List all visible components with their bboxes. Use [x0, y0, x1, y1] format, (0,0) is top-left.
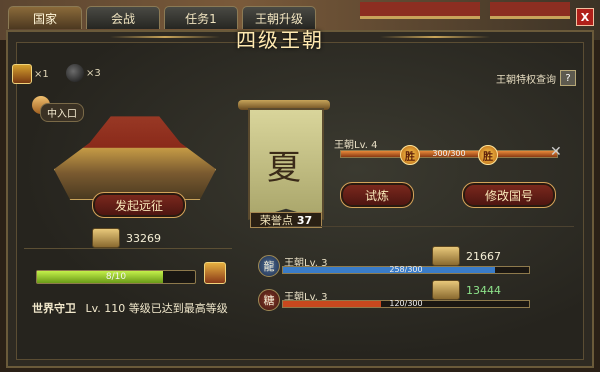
guard-name: 世界守卫 — [32, 302, 76, 315]
item-bomb[interactable]: ×3 — [66, 64, 101, 82]
rival-dynasty-text: 120/300 — [389, 299, 423, 308]
divider — [24, 248, 232, 249]
rival-dynasty-bar: 258/300 — [282, 265, 530, 274]
tab-country[interactable]: 国家 — [8, 6, 82, 29]
achievement-value: 37 — [296, 213, 313, 227]
win-marker-icon: 胜 — [478, 145, 498, 165]
item-treasure[interactable]: ×1 — [12, 64, 49, 84]
expedition-button[interactable]: 发起远征 — [92, 192, 186, 218]
treasure-box-icon — [12, 64, 32, 84]
title-decoration-right — [380, 36, 490, 38]
treasure-count: ×1 — [34, 68, 49, 80]
main-dynasty-text: 300/300 — [432, 149, 466, 158]
building-icon — [92, 228, 120, 248]
left-progress-text: 8/10 — [105, 272, 127, 282]
guard-info: 世界守卫 Lv. 110 等级已达到最高等级 — [32, 300, 228, 316]
bomb-icon — [66, 64, 84, 82]
rival-badge: 糖 — [258, 289, 280, 311]
privilege-query[interactable]: 王朝特权查询 ? — [496, 70, 576, 86]
modify-name-button[interactable]: 修改国号 — [462, 182, 556, 208]
bomb-count: ×3 — [86, 67, 101, 79]
crossed-swords-icon: ✕ — [550, 144, 562, 160]
roof-decoration — [490, 2, 570, 19]
rival-badge: 龍 — [258, 255, 280, 277]
rival-resource-value: 21667 — [466, 249, 501, 263]
page-title: 四级王朝 — [236, 28, 324, 52]
divider — [268, 226, 574, 227]
privilege-query-label[interactable]: 王朝特权查询 — [496, 71, 556, 86]
banner-character: 夏 — [267, 148, 301, 188]
rival-dynasty-bar: 120/300 — [282, 299, 530, 308]
rival-resource: 21667 — [432, 246, 501, 266]
building-icon — [432, 280, 460, 300]
left-resource-value: 33269 — [126, 231, 161, 245]
close-button[interactable]: X — [576, 8, 594, 26]
win-marker-icon: 胜 — [400, 145, 420, 165]
entry-label[interactable]: 中入口 — [40, 103, 84, 122]
rival-resource-value: 13444 — [466, 283, 501, 297]
building-icon — [432, 246, 460, 266]
trial-button[interactable]: 试炼 — [340, 182, 414, 208]
guard-level: Lv. 110 — [85, 302, 126, 315]
rival-dynasty-text: 258/300 — [389, 265, 423, 274]
reward-chest-icon[interactable] — [204, 262, 226, 284]
guard-status: 等级已达到最高等级 — [128, 302, 228, 315]
roof-decoration — [360, 2, 480, 19]
rival-resource: 13444 — [432, 280, 501, 300]
left-progress-bar: 8/10 — [36, 270, 196, 284]
help-icon[interactable]: ? — [560, 70, 576, 86]
main-dynasty-bar: 300/300 — [340, 149, 558, 158]
tab-battle[interactable]: 会战 — [86, 6, 160, 29]
left-resource: 33269 — [92, 228, 161, 248]
